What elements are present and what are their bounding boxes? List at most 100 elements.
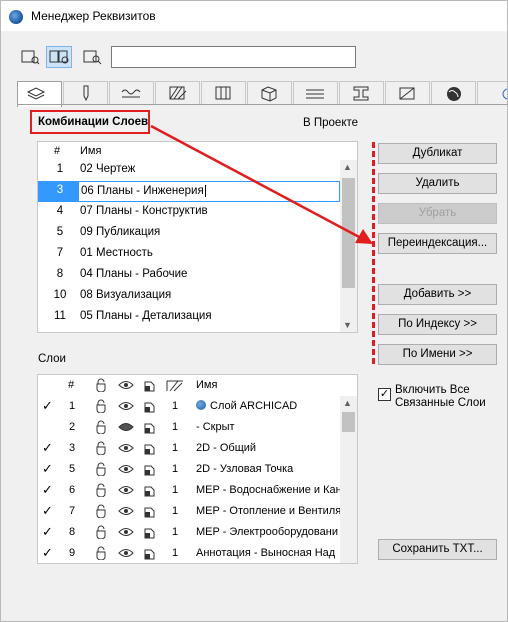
tab-more[interactable] bbox=[477, 81, 507, 105]
table-row[interactable]: 2 1 - Скрыт bbox=[38, 417, 342, 438]
duplicate-button[interactable]: Дубликат bbox=[378, 143, 497, 164]
lock-icon[interactable] bbox=[94, 483, 108, 500]
eye-icon[interactable] bbox=[118, 441, 134, 458]
list-item-selected[interactable]: 3 06 Планы - Инженерия bbox=[38, 181, 342, 202]
include-linked-layers-label: Включить Все Связанные Слои bbox=[395, 384, 486, 409]
table-row[interactable]: ✓ 1 1 Слой ARCHICAD bbox=[38, 396, 342, 417]
solid-mode-icon[interactable] bbox=[142, 525, 156, 542]
by-index-button[interactable]: По Индексу >> bbox=[378, 314, 497, 335]
lock-icon[interactable] bbox=[94, 504, 108, 521]
tab-line-types[interactable] bbox=[109, 81, 154, 105]
solid-mode-icon[interactable] bbox=[142, 504, 156, 521]
dual-list-icon bbox=[49, 50, 69, 64]
delete-button[interactable]: Удалить bbox=[378, 173, 497, 194]
by-name-button[interactable]: По Имени >> bbox=[378, 344, 497, 365]
solid-mode-icon[interactable] bbox=[142, 483, 156, 500]
row-checkmark[interactable]: ✓ bbox=[42, 398, 53, 414]
view-single-list-button[interactable] bbox=[17, 46, 43, 68]
lock-icon[interactable] bbox=[94, 525, 108, 542]
scroll-thumb[interactable] bbox=[342, 412, 355, 432]
list-item[interactable]: 1 02 Чертеж bbox=[38, 160, 342, 181]
list-item[interactable]: 7 01 Местность bbox=[38, 244, 342, 265]
profiles-icon bbox=[306, 89, 324, 99]
layers-icon bbox=[26, 87, 46, 100]
lock-icon[interactable] bbox=[94, 420, 108, 437]
view-dual-list-button[interactable] bbox=[46, 46, 72, 68]
list-item[interactable]: 8 04 Планы - Рабочие bbox=[38, 265, 342, 286]
column-num[interactable]: # bbox=[54, 145, 60, 157]
tab-composites[interactable] bbox=[201, 81, 246, 105]
highlight-dashed-line bbox=[372, 142, 375, 364]
tab-building-materials[interactable] bbox=[247, 81, 292, 105]
eye-closed-icon[interactable] bbox=[118, 420, 134, 437]
table-row[interactable]: ✓ 3 1 2D - Общий bbox=[38, 438, 342, 459]
search-input[interactable] bbox=[111, 46, 356, 68]
eye-icon[interactable] bbox=[118, 399, 134, 416]
solid-mode-icon[interactable] bbox=[142, 399, 156, 416]
solid-mode-icon[interactable] bbox=[142, 462, 156, 479]
scroll-thumb[interactable] bbox=[342, 178, 355, 288]
eye-icon[interactable] bbox=[118, 546, 134, 563]
view-preview-button[interactable] bbox=[79, 46, 105, 68]
scroll-up-icon[interactable]: ▲ bbox=[343, 162, 352, 172]
column-name[interactable]: Имя bbox=[196, 379, 217, 391]
tab-fills[interactable] bbox=[155, 81, 200, 105]
tab-profiles[interactable] bbox=[293, 81, 338, 105]
lock-column-icon[interactable] bbox=[94, 378, 108, 395]
tab-surfaces[interactable] bbox=[339, 81, 384, 105]
rename-field[interactable]: 06 Планы - Инженерия bbox=[78, 181, 340, 202]
scroll-down-icon[interactable]: ▼ bbox=[343, 320, 352, 330]
table-row[interactable]: ✓ 7 1 MEP - Отопление и Вентиля bbox=[38, 501, 342, 522]
fills-icon bbox=[169, 86, 187, 100]
layers-scrollbar[interactable]: ▲ bbox=[340, 396, 357, 563]
remove-button[interactable]: Убрать bbox=[378, 203, 497, 224]
i-beam-icon bbox=[353, 86, 369, 101]
add-button[interactable]: Добавить >> bbox=[378, 284, 497, 305]
list-item[interactable]: 11 05 Планы - Детализация bbox=[38, 307, 342, 328]
row-checkmark[interactable]: ✓ bbox=[42, 545, 53, 561]
eye-icon[interactable] bbox=[118, 504, 134, 521]
lock-icon[interactable] bbox=[94, 462, 108, 479]
tab-zone-categories[interactable] bbox=[385, 81, 430, 105]
reindex-button[interactable]: Переиндексация... bbox=[378, 233, 497, 254]
single-list-icon bbox=[21, 50, 40, 65]
tab-mep-systems[interactable] bbox=[431, 81, 476, 105]
tab-pens[interactable] bbox=[63, 81, 108, 105]
list-item[interactable]: 10 08 Визуализация bbox=[38, 286, 342, 307]
row-checkmark[interactable]: ✓ bbox=[42, 440, 53, 456]
table-row[interactable]: ✓ 8 1 MEP - Электрооборудовани bbox=[38, 522, 342, 543]
list-header: # Имя bbox=[38, 142, 338, 160]
scroll-up-icon[interactable]: ▲ bbox=[343, 398, 352, 408]
lock-icon[interactable] bbox=[94, 441, 108, 458]
lock-icon[interactable] bbox=[94, 399, 108, 416]
list-item[interactable]: 4 07 Планы - Конструктив bbox=[38, 202, 342, 223]
wireframe-column-icon[interactable] bbox=[142, 378, 156, 395]
row-checkmark[interactable]: ✓ bbox=[42, 461, 53, 477]
table-row[interactable]: ✓ 6 1 MEP - Водоснабжение и Кан bbox=[38, 480, 342, 501]
lock-icon[interactable] bbox=[94, 546, 108, 563]
save-txt-button[interactable]: Сохранить TXT... bbox=[378, 539, 497, 560]
row-checkmark[interactable]: ✓ bbox=[42, 482, 53, 498]
eye-icon[interactable] bbox=[118, 462, 134, 479]
include-linked-layers-checkbox[interactable]: ✓ bbox=[378, 388, 391, 401]
table-row[interactable]: ✓ 5 1 2D - Узловая Точка bbox=[38, 459, 342, 480]
preview-icon bbox=[83, 50, 102, 65]
layers-list[interactable]: # Имя ✓ 1 1 Слой ARCHICAD 2 1 - Скрыт ✓ … bbox=[37, 374, 358, 564]
layer-combinations-list[interactable]: # Имя 1 02 Чертеж 3 06 Планы - Инженерия… bbox=[37, 141, 358, 333]
eye-icon[interactable] bbox=[118, 525, 134, 542]
visibility-column-icon[interactable] bbox=[118, 378, 134, 395]
intersection-group-column-icon[interactable] bbox=[166, 378, 184, 395]
archicad-layer-icon bbox=[196, 400, 206, 410]
eye-icon[interactable] bbox=[118, 483, 134, 500]
combos-scrollbar[interactable]: ▲ ▼ bbox=[340, 160, 357, 332]
column-num[interactable]: # bbox=[68, 379, 74, 391]
row-checkmark[interactable]: ✓ bbox=[42, 524, 53, 540]
list-item[interactable]: 5 09 Публикация bbox=[38, 223, 342, 244]
column-name[interactable]: Имя bbox=[80, 145, 101, 157]
layers-list-header: # Имя bbox=[38, 375, 342, 396]
solid-mode-icon[interactable] bbox=[142, 546, 156, 563]
row-checkmark[interactable]: ✓ bbox=[42, 503, 53, 519]
solid-mode-icon[interactable] bbox=[142, 441, 156, 458]
solid-mode-icon[interactable] bbox=[142, 420, 156, 437]
table-row[interactable]: ✓ 9 1 Аннотация - Выносная Над bbox=[38, 543, 342, 563]
